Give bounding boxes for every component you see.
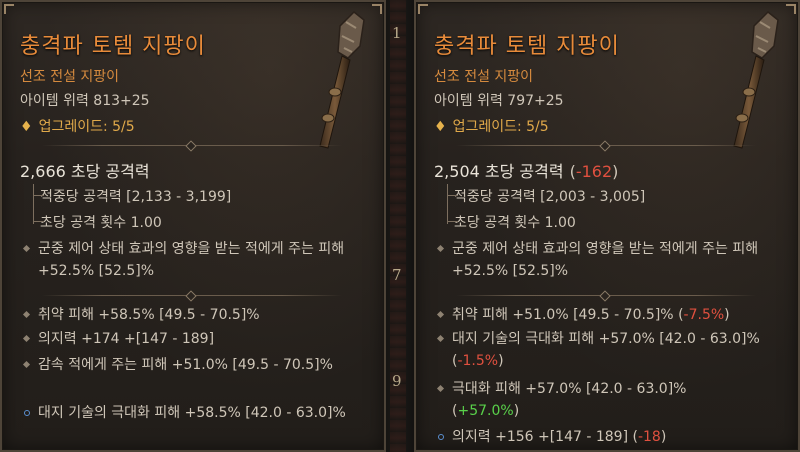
upgrade-diamond-icon: ♦ bbox=[20, 119, 33, 135]
affix-line: 의지력 +174 +[147 - 189] bbox=[20, 328, 375, 350]
hit-damage: 적중당 공격력 [2,133 - 3,199] bbox=[33, 186, 231, 206]
affix-line: 대지 기술의 극대화 피해 +58.5% [42.0 - 63.0]% bbox=[20, 402, 360, 424]
item-title: 충격파 토템 지팡이 bbox=[434, 34, 620, 59]
attack-speed: 초당 공격 횟수 1.00 bbox=[448, 212, 576, 232]
staff-icon bbox=[733, 10, 779, 149]
implicit-affix: 군중 제어 상태 효과의 영향을 받는 적에게 주는 피해 +52.5% [52… bbox=[434, 238, 789, 282]
corner-ornament bbox=[418, 4, 428, 14]
background-digit: 9 bbox=[392, 372, 402, 390]
dps-value: 2,504 초당 공격력 (-162) bbox=[434, 162, 619, 181]
greater-affix-icon bbox=[24, 410, 30, 416]
upgrade-diamond-icon: ♦ bbox=[434, 119, 447, 135]
background-digit: 1 bbox=[392, 24, 402, 42]
section-divider bbox=[456, 140, 756, 152]
item-title: 충격파 토템 지팡이 bbox=[20, 34, 206, 59]
affix-line: 극대화 피해 +57.0% [42.0 - 63.0]% (+57.0%) bbox=[434, 378, 734, 422]
affix-line: 대지 기술의 극대화 피해 +57.0% [42.0 - 63.0]% (-1.… bbox=[434, 328, 774, 372]
dps-value: 2,666 초당 공격력 bbox=[20, 162, 150, 181]
corner-ornament bbox=[372, 4, 382, 14]
upgrade-status: ♦ 업그레이드: 5/5 bbox=[434, 119, 549, 135]
equipped-item-tooltip: 충격파 토템 지팡이 선조 전설 지팡이 아이템 위력 813+25 ♦ 업그레이… bbox=[0, 0, 386, 452]
affix-line: 감속 적에게 주는 피해 +51.0% [49.5 - 70.5]% bbox=[20, 354, 338, 376]
affix-delta: -1.5% bbox=[457, 353, 499, 369]
attack-speed: 초당 공격 횟수 1.00 bbox=[34, 212, 162, 232]
section-divider bbox=[42, 290, 342, 302]
staff-icon bbox=[319, 10, 365, 149]
affix-line: 취약 피해 +51.0% [49.5 - 70.5]% (-7.5%) bbox=[434, 304, 794, 326]
item-type: 선조 전설 지팡이 bbox=[20, 69, 120, 85]
greater-affix-icon bbox=[438, 434, 444, 440]
section-divider bbox=[456, 290, 756, 302]
item-type: 선조 전설 지팡이 bbox=[434, 69, 534, 85]
compare-item-tooltip: 충격파 토템 지팡이 선조 전설 지팡이 아이템 위력 797+25 ♦ 업그레이… bbox=[414, 0, 800, 452]
upgrade-status: ♦ 업그레이드: 5/5 bbox=[20, 119, 135, 135]
corner-ornament bbox=[4, 4, 14, 14]
dps-delta: -162 bbox=[575, 162, 613, 181]
background-digit: 7 bbox=[392, 266, 402, 284]
affix-line: 의지력 +156 +[147 - 189] (-18) bbox=[434, 426, 794, 448]
section-divider bbox=[42, 140, 342, 152]
item-power: 아이템 위력 813+25 bbox=[20, 93, 150, 109]
affix-delta: -18 bbox=[637, 429, 661, 445]
affix-delta: -7.5% bbox=[683, 307, 725, 323]
affix-delta: +57.0% bbox=[457, 403, 514, 419]
implicit-affix: 군중 제어 상태 효과의 영향을 받는 적에게 주는 피해 +52.5% [52… bbox=[20, 238, 375, 282]
item-power: 아이템 위력 797+25 bbox=[434, 93, 564, 109]
corner-ornament bbox=[786, 4, 796, 14]
hit-damage: 적중당 공격력 [2,003 - 3,005] bbox=[447, 186, 645, 206]
affix-line: 취약 피해 +58.5% [49.5 - 70.5]% bbox=[20, 304, 375, 326]
